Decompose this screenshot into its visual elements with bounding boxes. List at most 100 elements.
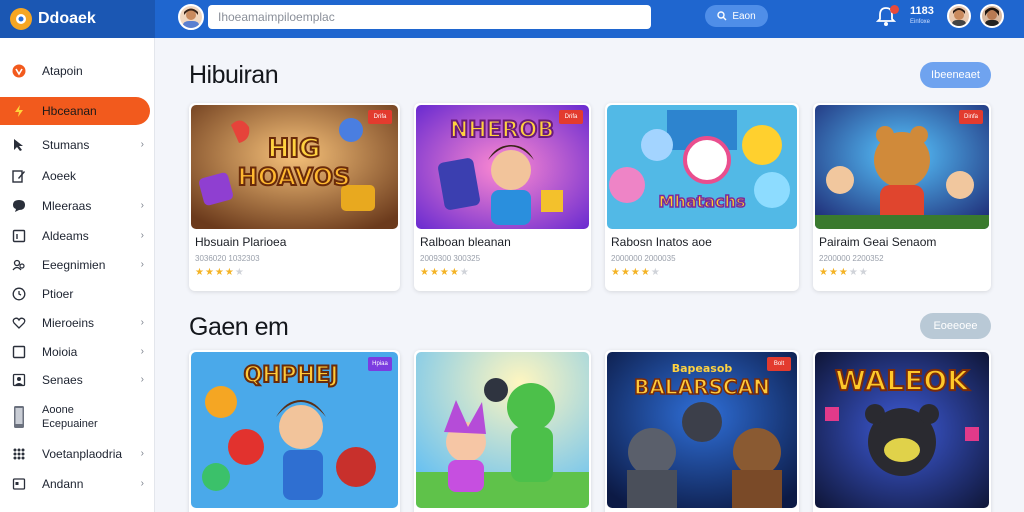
- game-card[interactable]: HIG HOAVOS Drifa Hbsuain Plarioea 303602…: [189, 103, 400, 291]
- game-thumbnail: Dinfa: [815, 105, 989, 229]
- rating-stars: ★★★★★: [611, 267, 661, 278]
- chevron-right-icon: ›: [140, 374, 144, 385]
- sidebar-item-hbceanan[interactable]: Hbceanan: [0, 97, 150, 125]
- sidebar-item-label: Mleeraas: [42, 199, 92, 213]
- notification-dot: [890, 5, 899, 14]
- sidebar-item-moioia[interactable]: Moioia ›: [0, 338, 150, 366]
- status-badge: Dinfa: [959, 110, 983, 124]
- sidebar-item-mieroeins[interactable]: Mieroeins ›: [0, 309, 150, 337]
- status-badge: Hpiaa: [368, 357, 392, 371]
- game-title: Hbsuain Plarioea: [195, 235, 287, 249]
- game-card[interactable]: NHEROB Drifa Ralboan bleanan 2009300 300…: [414, 103, 591, 291]
- chevron-right-icon: ›: [140, 478, 144, 489]
- sidebar-item-aldeams[interactable]: Aldeams ›: [0, 222, 150, 250]
- game-card[interactable]: Bapeasob BALARSCAN Bolt: [605, 350, 799, 512]
- game-logo-text: WALEOK: [835, 364, 970, 397]
- game-logo-text: QHPHEJ: [244, 363, 339, 388]
- sidebar-item-label: Senaes: [42, 373, 83, 387]
- section-action-button[interactable]: Eoeeoee: [920, 313, 991, 339]
- rating-stars: ★★★★★: [819, 267, 869, 278]
- chevron-right-icon: ›: [140, 346, 144, 357]
- brand-logo-icon: [10, 8, 32, 30]
- user-icon: [12, 373, 26, 387]
- avatar[interactable]: [178, 4, 204, 30]
- sidebar-item-mleeraas[interactable]: Mleeraas ›: [0, 192, 150, 220]
- chevron-right-icon: ›: [140, 200, 144, 211]
- sidebar-item-label: Voetanplaodria: [42, 447, 123, 461]
- sidebar-item-stumans[interactable]: Stumans ›: [0, 131, 150, 159]
- chevron-right-icon: ›: [140, 448, 144, 459]
- game-card[interactable]: Mhatachs Rabosn Inatos aoe 2000000 20000…: [605, 103, 799, 291]
- game-title: Rabosn Inatos aoe: [611, 235, 712, 249]
- profile-avatar[interactable]: [980, 4, 1004, 28]
- game-logo-text: HOAVOS: [238, 163, 351, 191]
- sidebar-item-label: Ptioer: [42, 287, 74, 301]
- section-title: Gaen em: [189, 313, 289, 341]
- brand[interactable]: Ddoaek: [0, 0, 155, 38]
- cursor-icon: [12, 138, 26, 152]
- game-logo-text: NHEROB: [450, 118, 554, 143]
- game-logo-text: Bapeasob: [672, 362, 733, 375]
- game-thumbnail: NHEROB Drifa: [416, 105, 589, 229]
- top-bar: Ddoaek Eaon 1183 Einfoxe: [0, 0, 1024, 38]
- sidebar-item-atapoin[interactable]: Atapoin: [0, 57, 150, 85]
- grid-icon: [12, 447, 26, 461]
- sidebar-item-label: Moioia: [42, 345, 78, 359]
- section-action-button[interactable]: Ibeeneaet: [920, 62, 991, 88]
- section-title: Hibuiran: [189, 61, 279, 89]
- game-thumbnail: Mhatachs: [607, 105, 797, 229]
- sidebar-item-eeegnimien[interactable]: Eeegnimien ›: [0, 251, 150, 279]
- square-icon: [12, 345, 26, 359]
- game-thumbnail: [416, 352, 589, 508]
- game-meta: 2000000 2000035: [611, 254, 676, 263]
- search-input[interactable]: [208, 5, 651, 29]
- game-card[interactable]: WALEOK: [813, 350, 991, 512]
- sidebar-item-label: Aldeams: [42, 229, 89, 243]
- search-button[interactable]: Eaon: [705, 5, 768, 27]
- game-card[interactable]: [414, 350, 591, 512]
- header-count: 1183: [910, 5, 934, 17]
- card-icon: [12, 477, 26, 491]
- game-title: Pairaim Geai Senaom: [819, 235, 937, 249]
- game-meta: 2009300 300325: [420, 254, 481, 263]
- game-thumbnail: HIG HOAVOS Drifa: [191, 105, 398, 229]
- chevron-right-icon: ›: [140, 317, 144, 328]
- game-logo-text: BALARSCAN: [634, 375, 770, 399]
- search-button-label: Eaon: [732, 10, 756, 22]
- game-meta: 3036020 1032303: [195, 254, 260, 263]
- game-meta: 2200000 2200352: [819, 254, 884, 263]
- sidebar-item-sublabel: Ecepuainer: [42, 418, 98, 430]
- sidebar-item-aoeek[interactable]: Aoeek: [0, 162, 150, 190]
- rating-stars: ★★★★★: [420, 267, 470, 278]
- status-badge: Bolt: [767, 357, 791, 371]
- sidebar-item-label: Eeegnimien: [42, 258, 106, 272]
- game-thumbnail: QHPHEJ Hpiaa: [191, 352, 398, 508]
- status-badge: Drifa: [559, 110, 583, 124]
- phone-icon: [12, 405, 26, 429]
- sidebar-item-label: Stumans: [42, 138, 90, 152]
- header-count-label: Einfoxe: [910, 19, 931, 25]
- user-avatar[interactable]: [947, 4, 971, 28]
- sidebar-item-senaes[interactable]: Senaes ›: [0, 366, 150, 394]
- shield-icon: [12, 64, 26, 78]
- game-logo-text: HIG: [268, 134, 321, 164]
- sidebar-item-andann[interactable]: Andann ›: [0, 470, 150, 498]
- clock-icon: [12, 287, 26, 301]
- game-card[interactable]: Dinfa Pairaim Geai Senaom 2200000 220035…: [813, 103, 991, 291]
- notification-bell[interactable]: [875, 5, 900, 29]
- sidebar-item-label: Mieroeins: [42, 316, 95, 330]
- sidebar-item-label: Hbceanan: [42, 104, 97, 118]
- sidebar-item-aoone[interactable]: Aoone Ecepuainer: [0, 400, 150, 434]
- game-card[interactable]: QHPHEJ Hpiaa: [189, 350, 400, 512]
- lightning-icon: [12, 104, 26, 118]
- pencil-icon: [12, 169, 26, 183]
- game-logo-text: Mhatachs: [659, 192, 746, 211]
- sidebar-item-label: Andann: [42, 477, 84, 491]
- game-thumbnail: WALEOK: [815, 352, 989, 508]
- sidebar-item-voetanplaodria[interactable]: Voetanplaodria ›: [0, 440, 150, 468]
- sidebar: Atapoin Hbceanan Stumans › Aoeek Mleeraa…: [0, 38, 155, 512]
- users-icon: [12, 258, 26, 272]
- search-icon: [717, 11, 727, 21]
- sidebar-item-ptioer[interactable]: Ptioer: [0, 280, 150, 308]
- status-badge: Drifa: [368, 110, 392, 124]
